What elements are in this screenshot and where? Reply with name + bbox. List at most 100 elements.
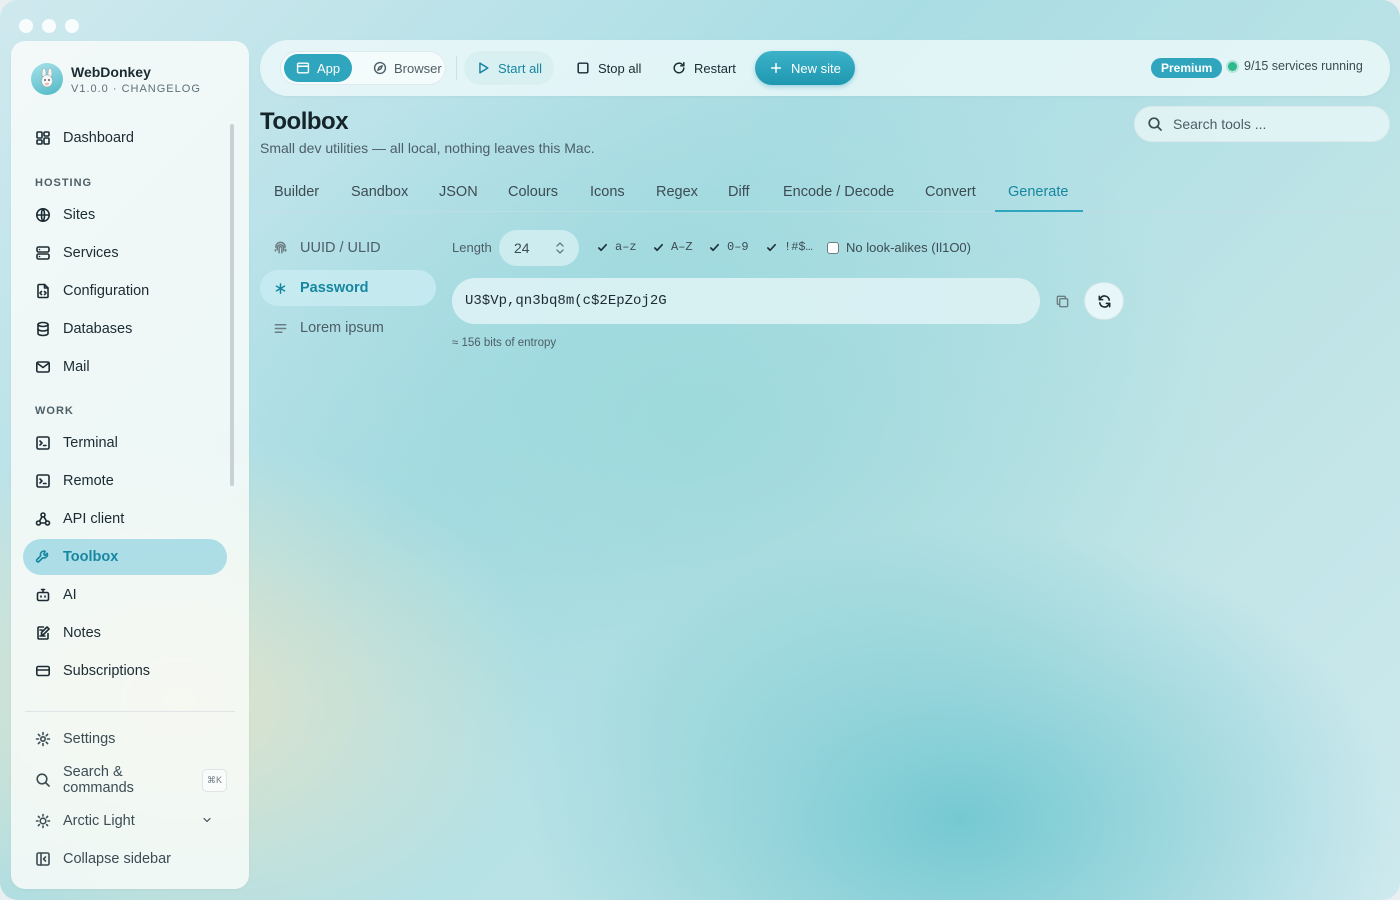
theme-selector[interactable]: Arctic Light	[23, 803, 227, 839]
sidebar-item-label: Settings	[63, 731, 116, 747]
option-digits[interactable]: 0–9	[708, 240, 749, 254]
sidebar-item-label: Notes	[63, 625, 101, 641]
check-icon[interactable]	[596, 241, 608, 253]
app-window-icon	[296, 62, 310, 74]
notes-icon	[37, 626, 50, 640]
check-icon[interactable]	[652, 241, 664, 253]
mode-app-button[interactable]: App	[284, 54, 353, 82]
subnav-uuid-ulid[interactable]: UUID / ULID	[260, 230, 436, 266]
app-logo-icon	[31, 63, 63, 95]
sidebar-item-search-commands[interactable]: Search & commands ⌘K	[23, 762, 227, 798]
sidebar-scrollbar[interactable]	[230, 124, 234, 486]
credit-card-icon	[35, 665, 50, 677]
tab-encode-decode[interactable]: Encode / Decode	[783, 184, 894, 200]
zoom-window-button[interactable]	[65, 19, 79, 33]
stop-all-label: Stop all	[598, 60, 642, 76]
asterisk-icon	[275, 282, 286, 294]
sidebar-item-settings[interactable]: Settings	[23, 721, 227, 757]
sidebar-item-label: Services	[63, 245, 119, 261]
copy-button[interactable]	[1051, 290, 1073, 312]
generated-password-field[interactable]: U3$Vp,qn3bq8m(c$2EpZoj2G	[452, 278, 1040, 324]
length-value: 24	[514, 240, 530, 256]
sidebar-item-remote[interactable]: Remote	[23, 463, 227, 499]
sidebar-item-ai[interactable]: AI	[23, 577, 227, 613]
shortcut-badge: ⌘K	[201, 768, 227, 792]
start-all-button[interactable]: Start all	[464, 51, 555, 85]
check-icon[interactable]	[708, 241, 720, 253]
chevron-down-icon	[203, 817, 211, 823]
regenerate-button[interactable]	[1084, 282, 1124, 320]
brand[interactable]: WebDonkey V1.0.0 · CHANGELOG	[31, 63, 201, 95]
sidebar-item-toolbox[interactable]: Toolbox	[23, 539, 227, 575]
close-window-button[interactable]	[19, 19, 33, 33]
tool-tabs: Builder Sandbox JSON Colours Icons Regex…	[260, 174, 1390, 212]
sidebar-item-databases[interactable]: Databases	[23, 311, 227, 347]
option-symbols[interactable]: !#$…	[765, 240, 813, 254]
search-input[interactable]	[1173, 116, 1373, 132]
sidebar-item-label: Databases	[63, 321, 133, 337]
section-label-work: WORK	[35, 405, 74, 417]
collapse-sidebar-button[interactable]: Collapse sidebar	[23, 841, 227, 877]
checkbox-unchecked[interactable]	[827, 241, 839, 254]
sidebar-item-mail[interactable]: Mail	[23, 349, 227, 385]
terminal-icon	[36, 474, 50, 488]
mode-browser-button[interactable]: Browser	[361, 54, 454, 82]
option-uppercase[interactable]: A–Z	[652, 240, 693, 254]
restart-label: Restart	[694, 60, 736, 76]
tab-generate[interactable]: Generate	[1008, 184, 1068, 200]
sidebar-item-notes[interactable]: Notes	[23, 615, 227, 651]
tab-diff[interactable]: Diff	[728, 184, 750, 200]
option-lowercase[interactable]: a–z	[596, 240, 637, 254]
sidebar-item-configuration[interactable]: Configuration	[23, 273, 227, 309]
terminal-icon	[36, 436, 50, 450]
sidebar-item-api-client[interactable]: API client	[23, 501, 227, 537]
app-window: WebDonkey V1.0.0 · CHANGELOG Dashboard H…	[0, 0, 1400, 900]
app-version[interactable]: V1.0.0 · CHANGELOG	[71, 83, 201, 95]
sidebar-item-label: Remote	[63, 473, 114, 489]
sidebar-item-subscriptions[interactable]: Subscriptions	[23, 653, 227, 689]
webhook-icon	[35, 512, 51, 526]
toolbar-divider	[456, 56, 457, 80]
server-icon	[36, 246, 50, 260]
length-stepper[interactable]: 24	[499, 230, 579, 266]
tab-json[interactable]: JSON	[439, 184, 478, 200]
page-title: Toolbox	[260, 108, 349, 135]
tab-icons[interactable]: Icons	[590, 184, 625, 200]
generated-password[interactable]: U3$Vp,qn3bq8m(c$2EpZoj2G	[465, 293, 667, 309]
subnav-lorem-ipsum[interactable]: Lorem ipsum	[260, 310, 436, 346]
file-code-icon	[37, 283, 49, 299]
tab-sandbox[interactable]: Sandbox	[351, 184, 408, 200]
sidebar-item-services[interactable]: Services	[23, 235, 227, 271]
subnav-password[interactable]: Password	[260, 270, 436, 306]
premium-badge[interactable]: Premium	[1151, 58, 1223, 78]
services-status[interactable]: 9/15 services running	[1228, 59, 1363, 73]
sidebar-item-terminal[interactable]: Terminal	[23, 425, 227, 461]
stop-all-button[interactable]: Stop all	[564, 51, 653, 85]
minimize-window-button[interactable]	[42, 19, 56, 33]
tab-builder[interactable]: Builder	[274, 184, 319, 200]
sidebar: WebDonkey V1.0.0 · CHANGELOG Dashboard H…	[11, 41, 249, 889]
option-label: !#$…	[784, 240, 813, 254]
sidebar-item-dashboard[interactable]: Dashboard	[23, 120, 227, 156]
sidebar-item-label: Toolbox	[63, 549, 119, 565]
sidebar-item-label: Search & commands	[63, 764, 134, 796]
new-site-button[interactable]: New site	[755, 51, 855, 85]
sidebar-item-label: AI	[63, 587, 77, 603]
wrench-icon	[35, 550, 49, 563]
check-icon[interactable]	[765, 241, 777, 253]
theme-label: Arctic Light	[63, 813, 135, 829]
tool-search[interactable]	[1134, 106, 1390, 142]
tab-colours[interactable]: Colours	[508, 184, 558, 200]
stepper-arrows-icon[interactable]	[555, 240, 565, 256]
sidebar-item-sites[interactable]: Sites	[23, 197, 227, 233]
option-no-lookalikes[interactable]: No look-alikes (Il1O0)	[827, 240, 971, 255]
bot-icon	[36, 588, 50, 602]
search-icon	[1148, 117, 1162, 131]
app-name: WebDonkey	[71, 63, 151, 80]
mail-icon	[35, 361, 50, 373]
globe-icon	[36, 208, 50, 222]
tab-convert[interactable]: Convert	[925, 184, 976, 200]
sidebar-collapse-icon	[36, 852, 50, 866]
restart-button[interactable]: Restart	[660, 51, 748, 85]
tab-regex[interactable]: Regex	[656, 184, 698, 200]
